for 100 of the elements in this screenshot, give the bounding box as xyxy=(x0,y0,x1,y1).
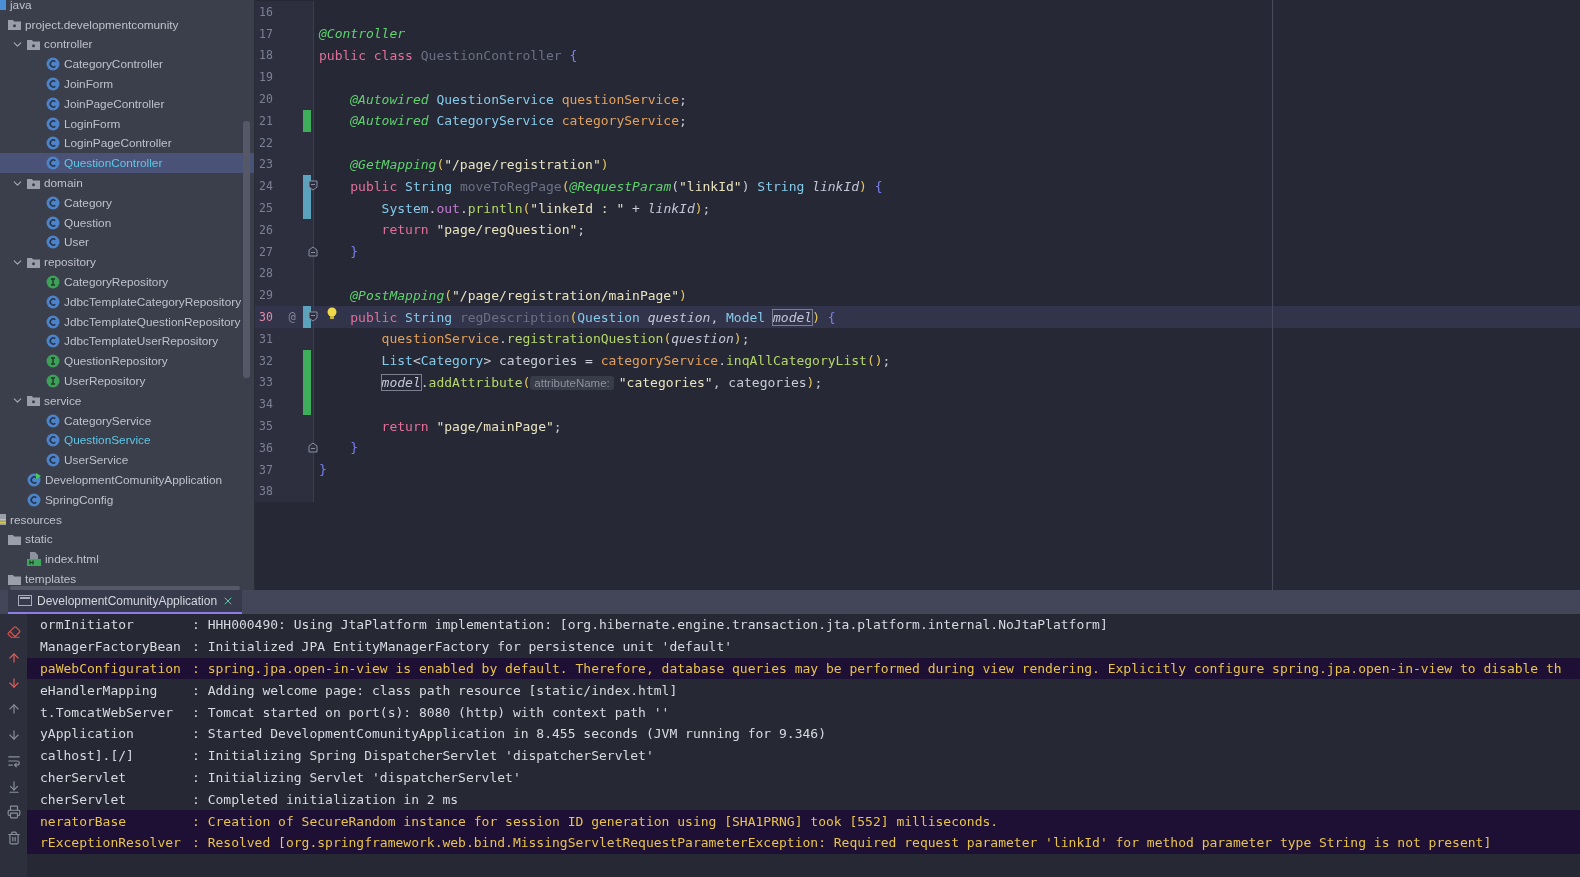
code-line: System.out.println("linkeId : " + linkId); xyxy=(381,200,711,216)
scrollbar[interactable] xyxy=(243,121,250,378)
line-number: 16 xyxy=(258,3,274,21)
log-source: ManagerFactoryBean xyxy=(40,639,182,655)
code-line: model.addAttribute( attributeName: "categories", categories); xyxy=(381,374,823,390)
line-number: 29 xyxy=(258,287,274,305)
code-line: public String moveToRegPage(@RequestParam("linkId") String linkId) { xyxy=(350,178,883,194)
log-source: neratorBase xyxy=(40,813,128,829)
log-source: cherServlet xyxy=(40,769,128,785)
line-number: 28 xyxy=(258,265,274,283)
interface-icon xyxy=(46,275,60,290)
tree-item[interactable]: templates xyxy=(0,569,254,589)
tree-item[interactable]: CategoryRepository xyxy=(0,272,254,292)
trash-icon xyxy=(6,831,21,846)
tree-item[interactable]: JoinForm xyxy=(0,74,254,94)
usage-mark[interactable]: @ xyxy=(281,306,303,328)
tree-item[interactable]: JdbcTemplateCategoryRepository xyxy=(0,291,254,312)
class-icon xyxy=(27,492,41,507)
code-line: public class QuestionController { xyxy=(319,48,578,63)
code-line: @GetMapping("/page/registration") xyxy=(350,156,609,172)
arrow-up-icon xyxy=(6,650,21,665)
code-line: public String regDescription(Question question, Model model) { xyxy=(350,309,836,325)
tree-item[interactable]: LoginForm xyxy=(0,113,254,134)
run-tab[interactable]: DevelopmentComunityApplication xyxy=(8,590,243,614)
tree-item[interactable]: UserRepository xyxy=(0,371,254,391)
line-number: 21 xyxy=(258,112,274,130)
log-message: : Initializing Spring DispatcherServlet 'dispatcherServlet' xyxy=(192,748,654,764)
tree-item[interactable]: QuestionService xyxy=(0,430,254,451)
tree-item[interactable]: UserService xyxy=(0,450,254,471)
tree-item[interactable]: CategoryService xyxy=(0,410,254,431)
print-icon xyxy=(6,805,21,820)
tree-item[interactable]: Category xyxy=(0,192,254,213)
lightbulb-icon[interactable] xyxy=(327,307,337,321)
class-icon xyxy=(46,294,60,309)
line-number: 19 xyxy=(258,69,274,87)
tree-item[interactable]: static xyxy=(0,529,254,550)
line-number: 34 xyxy=(258,396,274,414)
interface-icon xyxy=(46,374,60,389)
tree-item[interactable]: CategoryController xyxy=(0,54,254,75)
tree-item[interactable]: SpringConfig xyxy=(0,489,254,510)
fold-icon[interactable] xyxy=(308,311,318,323)
class-icon xyxy=(46,215,60,230)
log-message: : Resolved [org.springframework.web.bind.MissingServletRequestParameterException: Required request parameter 'linkId' for method parameter type String is not present] xyxy=(192,835,1492,851)
log-message: : Initialized JPA EntityManagerFactory for persistence unit 'default' xyxy=(192,639,733,655)
tree-item[interactable]: JdbcTemplateUserRepository xyxy=(0,331,254,352)
class-icon xyxy=(46,314,60,329)
tab-label: DevelopmentComunityApplication xyxy=(37,594,218,608)
log-source: rExceptionResolver xyxy=(40,835,182,851)
code-line: return "page/regQuestion"; xyxy=(381,222,586,238)
tree-item[interactable]: project.developmentcomunity xyxy=(0,14,254,35)
log-source: t.TomcatWebServer xyxy=(40,704,175,720)
tree-item[interactable]: domain xyxy=(0,173,254,193)
log-message: : Tomcat started on port(s): 8080 (http) with context path '' xyxy=(192,704,670,720)
log-source: ormInitiator xyxy=(40,617,135,633)
tree-item[interactable]: JdbcTemplateQuestionRepository xyxy=(0,311,254,332)
tree-item[interactable]: repository xyxy=(0,252,254,273)
line-number: 38 xyxy=(258,483,274,501)
log-source: calhost].[/] xyxy=(40,748,135,764)
log-message: : Adding welcome page: class path resource [static/index.html] xyxy=(192,682,678,698)
log-message: : Initializing Servlet 'dispatcherServlet' xyxy=(192,769,521,785)
line-number: 24 xyxy=(258,178,274,196)
tree-item[interactable]: DevelopmentComunityApplication xyxy=(0,470,254,490)
class-icon xyxy=(46,136,60,151)
tree-item[interactable]: Question xyxy=(0,212,254,233)
tree-item[interactable]: QuestionController xyxy=(0,153,254,174)
line-number: 25 xyxy=(258,200,274,218)
class-icon xyxy=(46,77,60,92)
fold-icon[interactable] xyxy=(308,441,318,453)
line-number: 27 xyxy=(258,243,274,261)
tree-item[interactable]: QuestionRepository xyxy=(0,351,254,372)
fold-icon[interactable] xyxy=(308,245,318,257)
log-message: : Creation of SecureRandom instance for session ID generation using [SHA1PRNG] took [552] milliseconds. xyxy=(192,813,999,829)
tree-item[interactable]: index.html xyxy=(0,549,254,570)
code-line: } xyxy=(319,462,327,478)
tree-item[interactable]: User xyxy=(0,232,254,253)
line-number: 23 xyxy=(258,156,274,174)
line-number: 37 xyxy=(258,461,274,479)
tree-item[interactable]: LoginPageController xyxy=(0,133,254,154)
line-number: 20 xyxy=(258,91,274,109)
tree-item[interactable]: JoinPageController xyxy=(0,94,254,114)
log-source: eHandlerMapping xyxy=(40,682,159,698)
log-message: : Started DevelopmentComunityApplication in 8.455 seconds (JVM running for 9.346) xyxy=(192,726,826,742)
code-line: @PostMapping("/page/registration/mainPage") xyxy=(350,287,687,303)
arrow-down-icon xyxy=(6,728,21,743)
tree-item[interactable]: resources xyxy=(0,509,254,530)
clear-output-icon xyxy=(6,624,21,639)
line-number: 35 xyxy=(258,418,274,436)
tree-item[interactable]: controller xyxy=(0,34,254,55)
arrow-down-icon xyxy=(6,676,21,691)
scroll-to-end-icon xyxy=(6,779,21,794)
code-line: questionService.registrationQuestion(question); xyxy=(381,331,750,347)
tree-item[interactable]: java xyxy=(0,0,254,15)
fold-icon[interactable] xyxy=(308,180,318,192)
class-icon xyxy=(46,453,60,468)
class-icon xyxy=(46,235,60,250)
line-number: 18 xyxy=(258,47,274,65)
line-number: 32 xyxy=(258,352,274,370)
tree-item[interactable]: service xyxy=(0,390,254,411)
line-number: 36 xyxy=(258,439,274,457)
class-icon xyxy=(46,156,60,171)
